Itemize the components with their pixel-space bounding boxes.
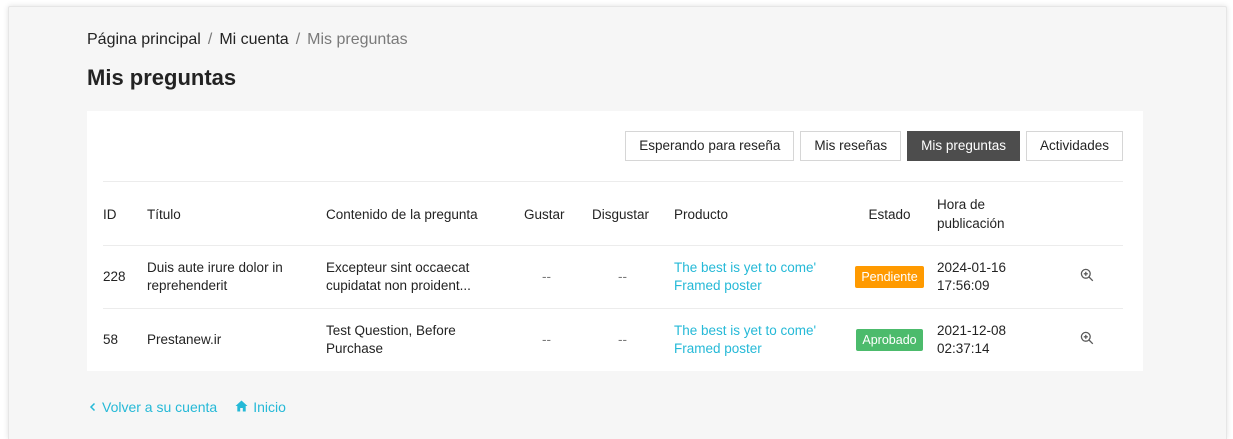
tab-bar: Esperando para reseña Mis reseñas Mis pr… xyxy=(625,131,1123,161)
col-header-content: Contenido de la pregunta xyxy=(326,183,524,246)
status-badge-approved: Aprobado xyxy=(856,329,923,351)
breadcrumb-home-link[interactable]: Página principal xyxy=(87,31,201,48)
home-icon xyxy=(235,399,248,415)
cell-time: 02:37:14 xyxy=(937,341,990,356)
cell-title-line: reprehenderit xyxy=(147,278,228,293)
cell-content-line: Test Question, Before xyxy=(326,323,456,338)
breadcrumb-current: Mis preguntas xyxy=(307,31,408,48)
product-link[interactable]: The best is yet to come' Framed poster xyxy=(674,259,842,295)
col-header-id: ID xyxy=(103,183,147,246)
col-header-status: Estado xyxy=(842,183,937,246)
cell-time: 17:56:09 xyxy=(937,278,990,293)
footer-links: Volver a su cuenta Inicio xyxy=(89,399,286,415)
cell-content: Test Question, Before Purchase xyxy=(326,309,524,372)
col-header-action xyxy=(1050,183,1123,246)
breadcrumb-separator: / xyxy=(207,31,213,48)
cell-title: Prestanew.ir xyxy=(147,309,326,372)
product-link[interactable]: The best is yet to come' Framed poster xyxy=(674,322,842,358)
product-link-line: The best is yet to come' xyxy=(674,260,817,275)
table-row: 58 Prestanew.ir Test Question, Before Pu… xyxy=(103,309,1123,372)
tab-my-reviews[interactable]: Mis reseñas xyxy=(800,131,902,161)
cell-id: 228 xyxy=(103,245,147,309)
col-header-dislike: Disgustar xyxy=(592,183,674,246)
col-header-time-line: Hora de xyxy=(937,197,986,212)
back-to-account-link[interactable]: Volver a su cuenta xyxy=(89,399,217,415)
zoom-in-icon[interactable] xyxy=(1080,331,1094,350)
cell-like: -- xyxy=(542,332,551,347)
col-header-title: Título xyxy=(147,183,326,246)
cell-content: Excepteur sint occaecat cupidatat non pr… xyxy=(326,245,524,309)
cell-action xyxy=(1050,309,1123,372)
col-header-time: Hora de publicación xyxy=(937,183,1050,246)
home-link[interactable]: Inicio xyxy=(235,399,286,415)
breadcrumb-separator: / xyxy=(295,31,301,48)
status-badge-pending: Pendiente xyxy=(855,266,924,288)
table-row: 228 Duis aute irure dolor in reprehender… xyxy=(103,245,1123,309)
cell-dislike: -- xyxy=(592,245,674,309)
chevron-left-icon xyxy=(89,399,97,415)
cell-like: -- xyxy=(524,245,592,309)
table-header-row: ID Título Contenido de la pregunta Gusta… xyxy=(103,183,1123,246)
questions-card: Esperando para reseña Mis reseñas Mis pr… xyxy=(87,111,1143,371)
cell-status: Pendiente xyxy=(842,245,937,309)
cell-dislike: -- xyxy=(618,332,627,347)
product-link-line: Framed poster xyxy=(674,278,762,293)
cell-action xyxy=(1050,245,1123,309)
cell-title-line: Prestanew.ir xyxy=(147,332,222,347)
cell-product: The best is yet to come' Framed poster xyxy=(674,309,842,372)
col-header-product: Producto xyxy=(674,183,842,246)
cell-title-line: Duis aute irure dolor in xyxy=(147,260,283,275)
cell-content-line: Purchase xyxy=(326,341,384,356)
tab-activities[interactable]: Actividades xyxy=(1025,131,1123,161)
cell-id: 58 xyxy=(103,332,119,347)
tab-my-questions[interactable]: Mis preguntas xyxy=(907,131,1020,161)
breadcrumb: Página principal / Mi cuenta / Mis preguntas xyxy=(87,31,408,49)
cell-published: 2021-12-08 02:37:14 xyxy=(937,309,1050,372)
cell-status: Aprobado xyxy=(842,309,937,372)
tab-awaiting-review[interactable]: Esperando para reseña xyxy=(625,131,795,161)
cell-date: 2021-12-08 xyxy=(937,323,1007,338)
breadcrumb-account-link[interactable]: Mi cuenta xyxy=(219,31,288,48)
cell-date: 2024-01-16 xyxy=(937,260,1007,275)
divider xyxy=(103,181,1123,182)
cell-content-line: Excepteur sint occaecat xyxy=(326,260,470,275)
col-header-like: Gustar xyxy=(524,183,592,246)
col-header-time-line: publicación xyxy=(937,216,1005,231)
page-frame: Página principal / Mi cuenta / Mis preguntas… xyxy=(8,6,1227,439)
cell-title: Duis aute irure dolor in reprehenderit xyxy=(147,245,326,309)
zoom-in-icon[interactable] xyxy=(1080,268,1094,287)
questions-table: ID Título Contenido de la pregunta Gusta… xyxy=(103,183,1123,371)
page-title: Mis preguntas xyxy=(87,65,237,90)
cell-published: 2024-01-16 17:56:09 xyxy=(937,245,1050,309)
product-link-line: The best is yet to come' xyxy=(674,323,817,338)
cell-content-line: cupidatat non proident... xyxy=(326,278,471,293)
back-to-account-label: Volver a su cuenta xyxy=(102,399,218,415)
home-label: Inicio xyxy=(253,399,286,415)
cell-product: The best is yet to come' Framed poster xyxy=(674,245,842,309)
product-link-line: Framed poster xyxy=(674,341,762,356)
